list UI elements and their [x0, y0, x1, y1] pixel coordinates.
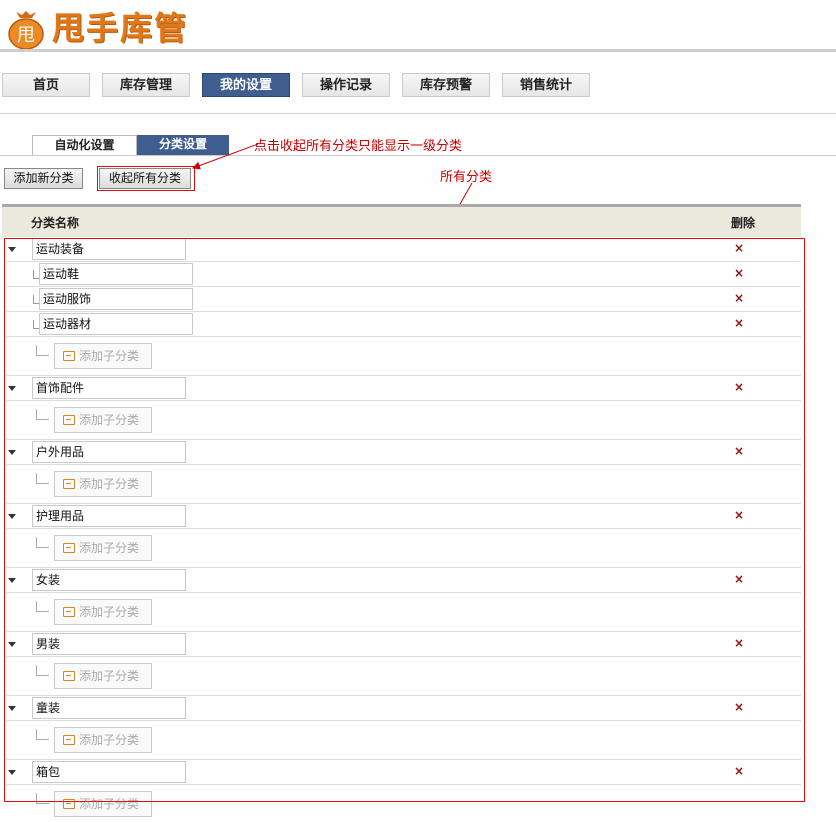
- table-header: [2, 204, 801, 237]
- col-name-header: 分类名称: [31, 216, 80, 230]
- category-list-highlight: [4, 238, 805, 802]
- col-delete-header: 删除: [731, 216, 756, 230]
